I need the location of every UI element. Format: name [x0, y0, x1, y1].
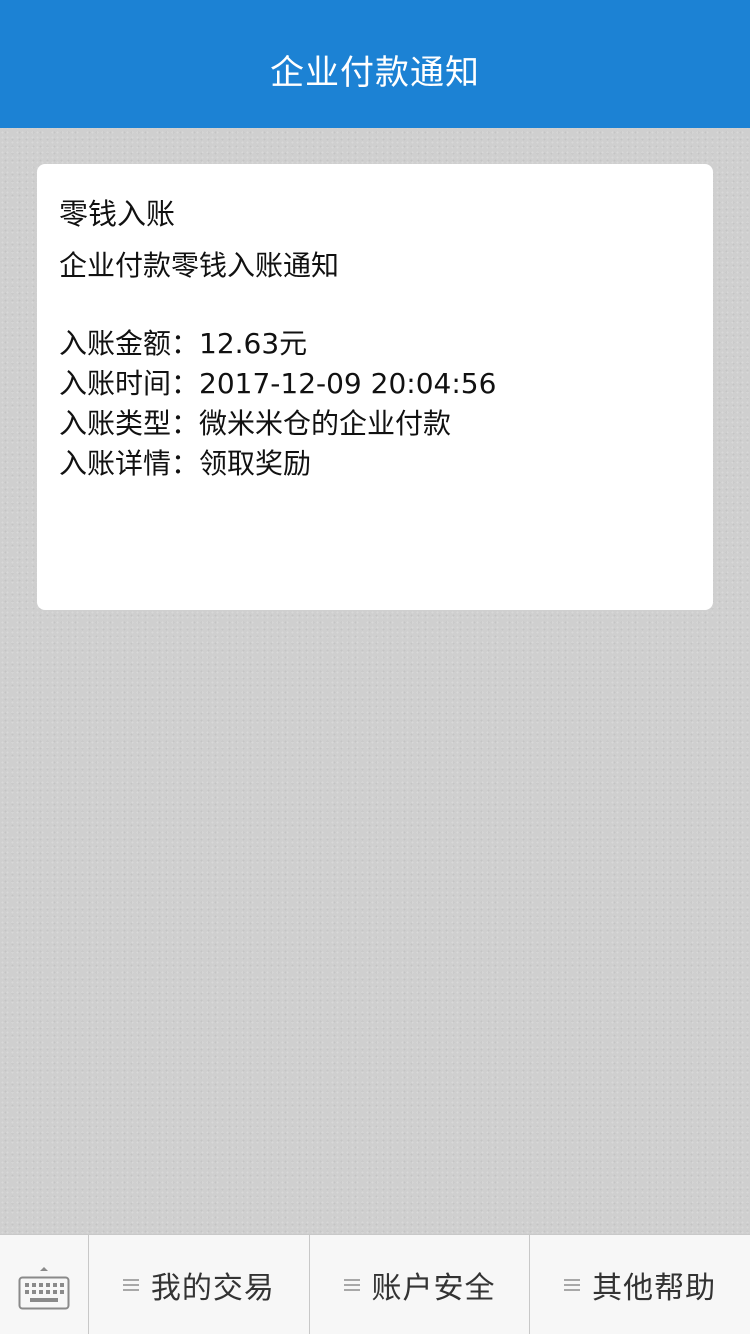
keyboard-icon — [18, 1265, 70, 1315]
menu-lines-icon — [343, 1276, 360, 1294]
detail-value: 12.63元 — [199, 327, 308, 360]
detail-row-amount: 入账金额：12.63元 — [59, 324, 691, 364]
detail-row-info: 入账详情：领取奖励 — [59, 444, 691, 484]
detail-label: 入账详情： — [59, 447, 200, 480]
menu-label: 其他帮助 — [592, 1270, 717, 1306]
page-header: 企业付款通知 — [0, 0, 750, 128]
menu-other-help-button[interactable]: 其他帮助 — [530, 1235, 750, 1334]
card-subtitle: 企业付款零钱入账通知 — [59, 249, 340, 282]
detail-list: 入账金额：12.63元 入账时间：2017-12-09 20:04:56 入账类… — [59, 324, 691, 484]
detail-row-type: 入账类型：微米米仓的企业付款 — [59, 404, 691, 444]
detail-label: 入账时间： — [59, 367, 200, 400]
page-title: 企业付款通知 — [270, 52, 480, 93]
notification-card: 零钱入账 企业付款零钱入账通知 入账金额：12.63元 入账时间：2017-12… — [37, 164, 713, 610]
menu-my-transactions-button[interactable]: 我的交易 — [89, 1235, 310, 1334]
detail-value: 微米米仓的企业付款 — [199, 407, 452, 440]
menu-lines-icon — [564, 1276, 581, 1294]
detail-value: 领取奖励 — [199, 447, 312, 480]
detail-label: 入账类型： — [59, 407, 200, 440]
menu-account-security-button[interactable]: 账户安全 — [310, 1235, 531, 1334]
menu-lines-icon — [122, 1276, 139, 1294]
menu-label: 账户安全 — [371, 1270, 496, 1306]
bottom-menu-bar: 我的交易 账户安全 其他帮助 — [0, 1234, 750, 1334]
menu-label: 我的交易 — [150, 1270, 275, 1306]
keyboard-toggle-button[interactable] — [0, 1235, 89, 1334]
detail-label: 入账金额： — [59, 327, 200, 360]
detail-row-time: 入账时间：2017-12-09 20:04:56 — [59, 364, 691, 404]
detail-value: 2017-12-09 20:04:56 — [199, 367, 497, 400]
card-title: 零钱入账 — [59, 197, 176, 231]
